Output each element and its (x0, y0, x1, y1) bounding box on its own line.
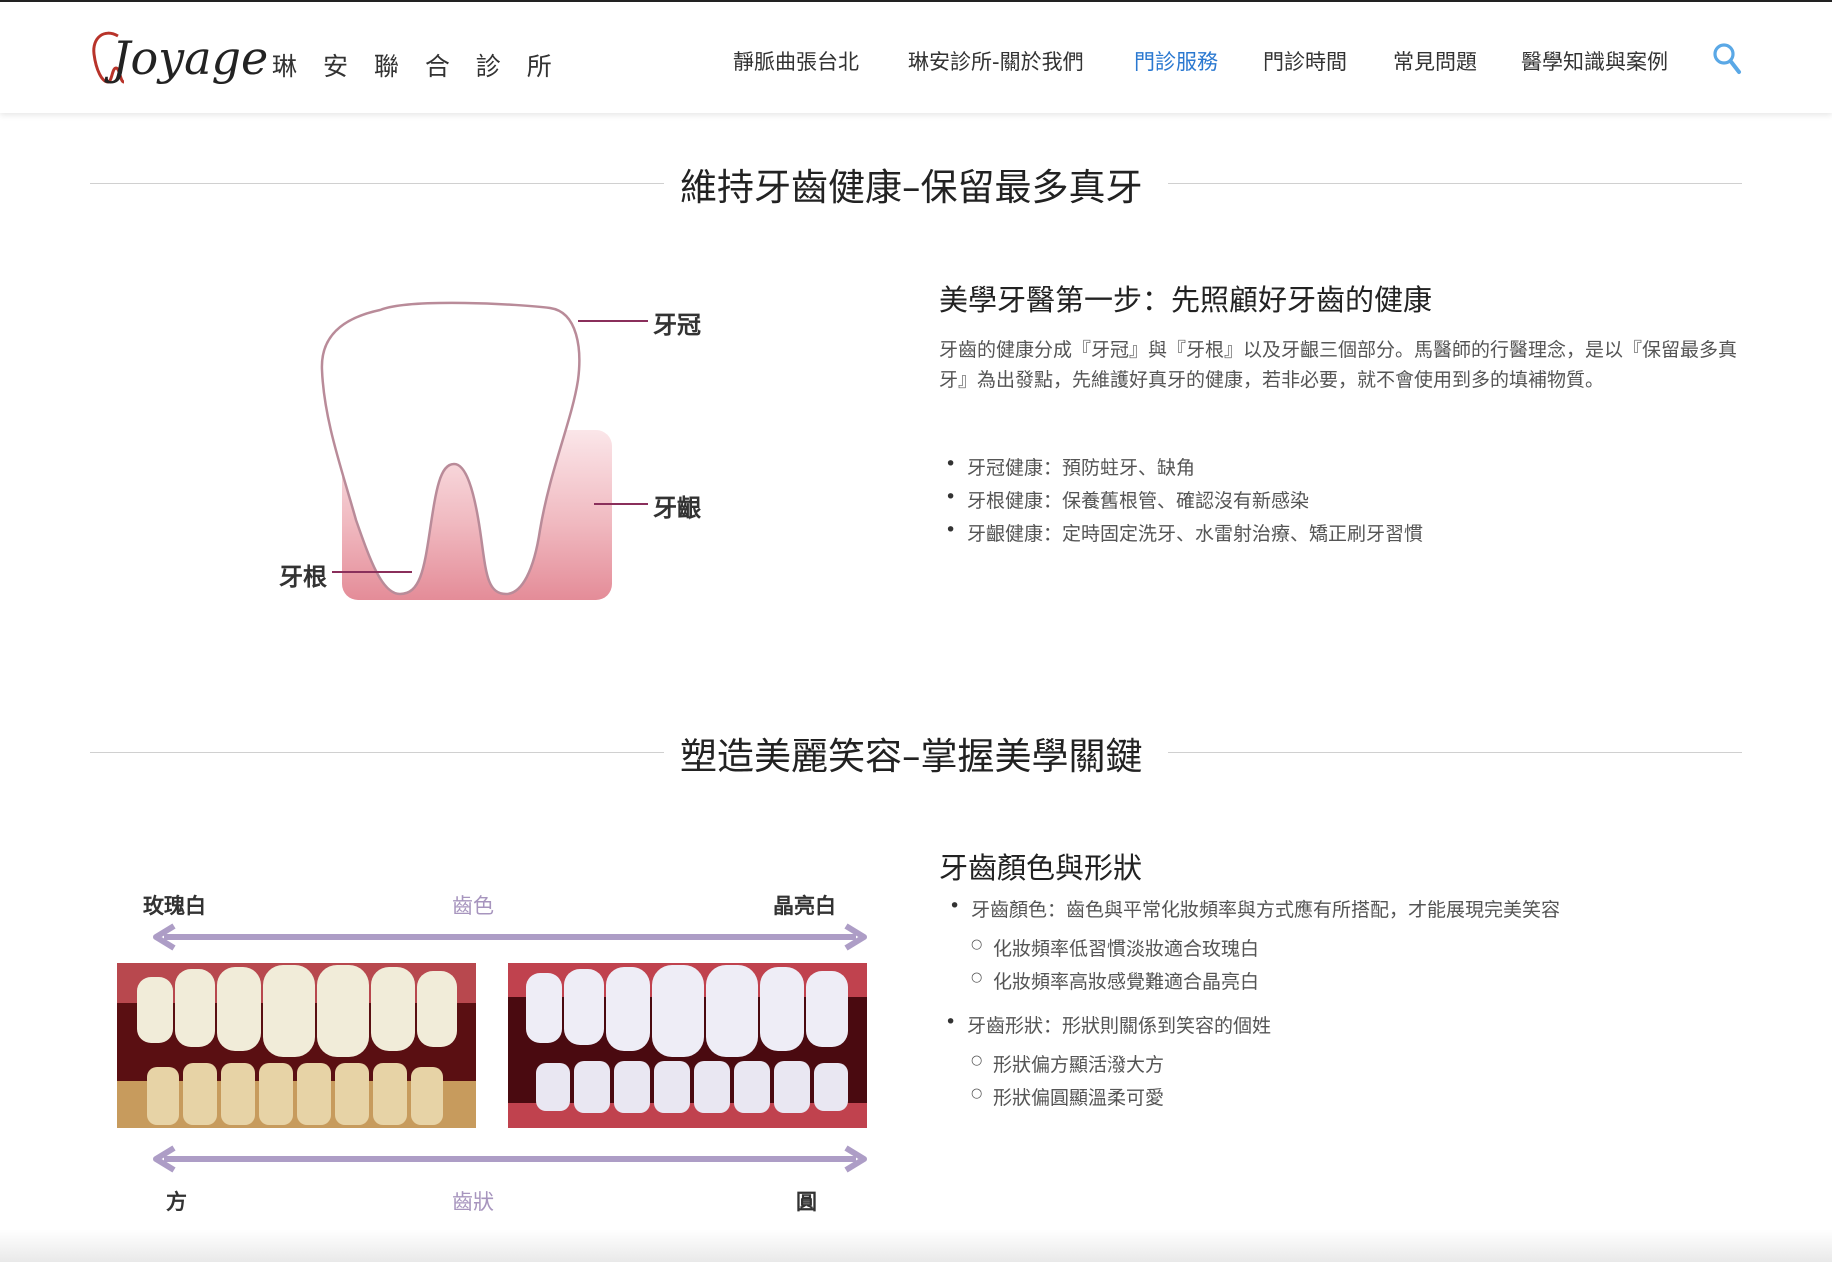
heading-rule-right (1168, 183, 1742, 184)
color-right-label: 晶亮白 (773, 894, 836, 918)
bright-white-teeth-photo (508, 963, 867, 1128)
nav-item-varicose[interactable]: 靜脈曲張台北 (733, 46, 859, 76)
smile-subheading: 牙齒顏色與形狀 (939, 851, 1143, 885)
health-paragraph: 牙齒的健康分成『牙冠』與『牙根』以及牙齦三個部分。馬醫師的行醫理念，是以『保留最… (939, 339, 1738, 391)
color-left-label: 玫瑰白 (143, 894, 206, 918)
smile-bullet-color: 牙齒顏色：齒色與平常化妝頻率與方式應有所搭配，才能展現完美笑容 (949, 895, 1560, 922)
health-bullet-root: 牙根健康：保養舊根管、確認沒有新感染 (945, 486, 1309, 513)
shape-arrow (153, 1145, 867, 1173)
nav-item-knowledge[interactable]: 醫學知識與案例 (1521, 46, 1668, 76)
heading-rule-right (1168, 752, 1742, 753)
label-root: 牙根 (279, 563, 327, 591)
health-subheading: 美學牙醫第一步：先照顧好牙齒的健康 (939, 283, 1433, 317)
heading-rule-left (90, 183, 664, 184)
smile-sub-round: 形狀偏圓顯溫柔可愛 (971, 1083, 1164, 1110)
smile-sub-square: 形狀偏方顯活潑大方 (971, 1050, 1164, 1077)
section-smile-title: 塑造美麗笑容–掌握美學關鍵 (680, 735, 1143, 778)
nav-item-faq[interactable]: 常見問題 (1393, 46, 1477, 76)
health-bullet-gum: 牙齦健康：定時固定洗牙、水雷射治療、矯正刷牙習慣 (945, 519, 1423, 546)
smile-sub-bright: 化妝頻率高妝感覺難適合晶亮白 (971, 967, 1259, 994)
search-icon[interactable] (1712, 42, 1742, 76)
health-bullet-crown: 牙冠健康：預防蛀牙、缺角 (945, 453, 1195, 480)
rose-white-teeth-photo (117, 963, 476, 1128)
color-arrow (153, 923, 867, 951)
nav-item-services[interactable]: 門診服務 (1134, 46, 1218, 76)
label-crown: 牙冠 (653, 311, 701, 339)
smile-sub-rose: 化妝頻率低習慣淡妝適合玫瑰白 (971, 934, 1259, 961)
shape-axis-label: 齒狀 (452, 1190, 494, 1214)
section-health-title: 維持牙齒健康–保留最多真牙 (680, 166, 1143, 209)
page-bottom-fade (0, 1230, 1832, 1262)
main-nav: 靜脈曲張台北 琳安診所-關於我們 門診服務 門診時間 常見問題 醫學知識與案例 (0, 46, 1832, 76)
shape-right-label: 圓 (796, 1190, 817, 1214)
shape-left-label: 方 (166, 1190, 187, 1214)
heading-rule-left (90, 752, 664, 753)
smile-bullet-shape: 牙齒形狀：形狀則關係到笑容的個姓 (945, 1011, 1271, 1038)
nav-item-about[interactable]: 琳安診所-關於我們 (908, 46, 1084, 76)
color-axis-label: 齒色 (452, 894, 494, 918)
section-health-heading: 維持牙齒健康–保留最多真牙 (90, 157, 1742, 209)
nav-item-hours[interactable]: 門診時間 (1263, 46, 1347, 76)
label-gum: 牙齦 (653, 494, 701, 522)
site-header: Joyage 琳 安 聯 合 診 所 靜脈曲張台北 琳安診所-關於我們 門診服務… (0, 0, 1832, 113)
tooth-anatomy-diagram (320, 301, 648, 600)
section-smile-heading: 塑造美麗笑容–掌握美學關鍵 (90, 726, 1742, 778)
